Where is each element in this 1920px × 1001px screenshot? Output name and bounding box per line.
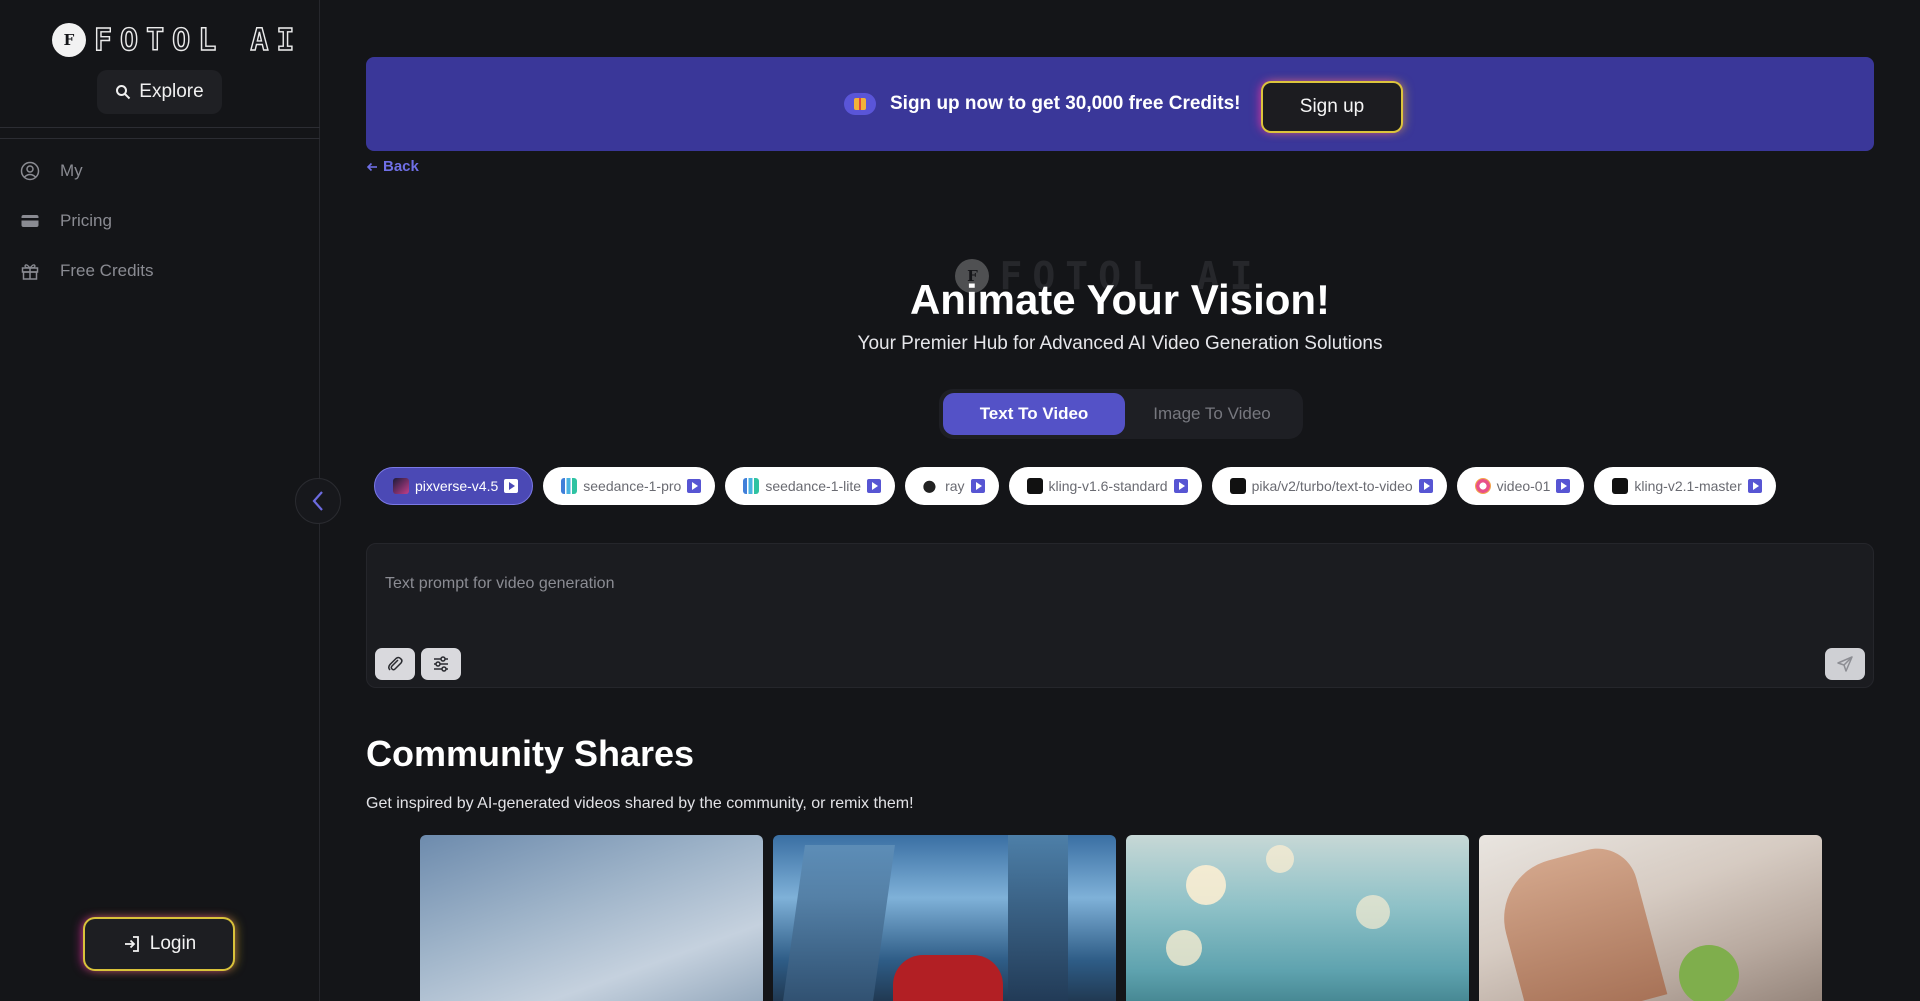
video-card[interactable] [773, 835, 1116, 1001]
kling-logo-icon [1026, 478, 1043, 494]
logo-mark-icon: F [52, 23, 86, 57]
logo[interactable]: F FOTOL AI [52, 22, 303, 58]
seedance-logo-icon [743, 478, 760, 494]
signup-banner: Sign up now to get 30,000 free Credits! … [366, 57, 1874, 151]
credit-card-icon [20, 211, 40, 231]
gift-icon [844, 93, 876, 115]
login-button[interactable]: Login [85, 919, 233, 969]
signup-button[interactable]: Sign up [1263, 83, 1401, 131]
model-chip-pixverse-v4-5[interactable]: pixverse-v4.5 [374, 467, 534, 505]
model-chip-kling-v1-6-standard[interactable]: kling-v1.6-standard [1008, 467, 1202, 505]
arrow-left-icon [366, 162, 377, 171]
sidebar-item-pricing[interactable]: Pricing [0, 196, 320, 246]
model-label: pixverse-v4.5 [415, 478, 499, 494]
prompt-box [366, 543, 1874, 688]
seedance-logo-icon [561, 478, 578, 494]
video-icon [867, 479, 882, 493]
login-icon [124, 936, 139, 952]
video-icon [1173, 479, 1188, 493]
search-icon [116, 85, 131, 100]
paperclip-icon [388, 656, 403, 671]
explore-button[interactable]: Explore [97, 70, 222, 114]
pika-logo-icon [1229, 478, 1246, 494]
login-label: Login [149, 933, 197, 954]
video-icon [687, 479, 702, 493]
model-label: kling-v2.1-master [1634, 478, 1742, 494]
attach-button[interactable] [375, 648, 415, 680]
explore-label: Explore [139, 81, 204, 102]
video-icon [1556, 479, 1571, 493]
collapse-sidebar-button[interactable] [295, 478, 341, 524]
page-subtitle: Your Premier Hub for Advanced AI Video G… [857, 333, 1383, 354]
chevron-left-icon [312, 491, 323, 511]
model-label: ray [945, 478, 965, 494]
community-gallery [420, 835, 1822, 1001]
minimax-logo-icon [1474, 478, 1491, 494]
logo-text: FOTOL AI [93, 22, 303, 58]
tab-image-to-video[interactable]: Image To Video [1125, 393, 1299, 435]
divider [0, 138, 320, 139]
video-icon [1747, 479, 1762, 493]
model-chip-seedance-1-pro[interactable]: seedance-1-pro [543, 467, 716, 505]
video-card[interactable] [1126, 835, 1469, 1001]
video-icon [504, 479, 519, 493]
kling-logo-icon [1612, 478, 1629, 494]
banner-text: Sign up now to get 30,000 free Credits! [890, 93, 1241, 114]
back-link[interactable]: Back [366, 158, 419, 175]
model-label: seedance-1-pro [583, 478, 682, 494]
model-label: kling-v1.6-standard [1048, 478, 1168, 494]
sidebar-item-label: My [60, 161, 83, 180]
banner-promo: Sign up now to get 30,000 free Credits! [844, 87, 1241, 121]
send-icon [1837, 656, 1853, 672]
mode-tabs: Text To Video Image To Video [939, 389, 1303, 439]
video-icon [1418, 479, 1433, 493]
community-subtitle: Get inspired by AI-generated videos shar… [366, 795, 914, 812]
model-chip-ray[interactable]: ray [905, 467, 999, 505]
user-circle-icon [20, 161, 40, 181]
prompt-input[interactable] [385, 564, 1845, 604]
model-label: pika/v2/turbo/text-to-video [1251, 478, 1413, 494]
settings-button[interactable] [421, 648, 461, 680]
model-chip-kling-v2-1-master[interactable]: kling-v2.1-master [1594, 467, 1776, 505]
model-selector: pixverse-v4.5 seedance-1-pro seedance-1-… [374, 467, 1874, 507]
video-card[interactable] [1479, 835, 1822, 1001]
page-title: Animate Your Vision! [909, 276, 1331, 323]
model-chip-video-01[interactable]: video-01 [1456, 467, 1585, 505]
video-card[interactable] [420, 835, 763, 1001]
model-chip-seedance-1-lite[interactable]: seedance-1-lite [725, 467, 896, 505]
send-button[interactable] [1825, 648, 1865, 680]
community-title: Community Shares [366, 733, 695, 774]
ray-logo-icon [923, 478, 940, 494]
sliders-icon [434, 656, 448, 672]
sidebar-item-label: Pricing [60, 211, 112, 230]
video-icon [970, 479, 985, 493]
sidebar: F FOTOL AI Explore My Pricing Free Credi… [0, 0, 320, 1001]
divider [0, 127, 320, 128]
model-chip-pika-v2-turbo[interactable]: pika/v2/turbo/text-to-video [1211, 467, 1447, 505]
model-label: seedance-1-lite [765, 478, 862, 494]
sidebar-item-my[interactable]: My [0, 146, 320, 196]
tab-text-to-video[interactable]: Text To Video [943, 393, 1125, 435]
back-label: Back [383, 158, 419, 175]
model-label: video-01 [1496, 478, 1551, 494]
pixverse-logo-icon [393, 478, 409, 494]
